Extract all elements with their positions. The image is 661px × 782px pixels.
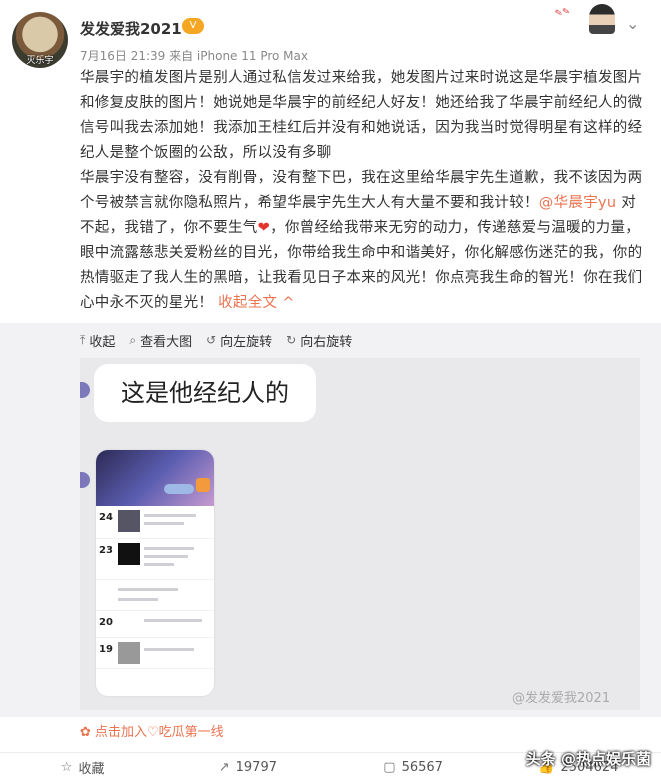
phone-line <box>144 522 184 525</box>
phone-row: 24 <box>96 506 214 539</box>
heart-icon: ❤ <box>257 220 271 236</box>
avatar-tag: 灭乐宇 <box>26 56 54 66</box>
favorite-button[interactable]: ☆ 收藏 <box>0 753 165 782</box>
repost-count: 19797 <box>235 760 277 775</box>
chevron-down-icon[interactable]: ⌄ <box>626 14 639 33</box>
decoration-logo: ✎✎ <box>554 6 571 20</box>
phone-line <box>118 588 178 591</box>
post-paragraph-1: 华晨宇的植发图片是别人通过私信发过来给我，她发图片过来时说这是华晨宇植发图片和修… <box>80 70 643 161</box>
toolbar-label: 向右旋转 <box>300 334 353 350</box>
phone-line <box>144 619 202 622</box>
join-topic-link[interactable]: ✿ 点击加入♡吃瓜第一线 <box>80 721 224 740</box>
phone-date: 24 <box>99 512 113 523</box>
avatar[interactable]: 灭乐宇 <box>12 12 68 68</box>
phone-date: 19 <box>99 644 113 655</box>
repost-button[interactable]: ↗ 19797 <box>165 753 330 782</box>
toolbar-label: 查看大图 <box>140 334 193 350</box>
phone-pill <box>164 484 194 494</box>
vip-badge: V <box>182 18 204 34</box>
collapse-image-button[interactable]: ⤒ 收起 <box>80 328 115 352</box>
post-image[interactable]: 这是他经纪人的 24 23 20 19 <box>80 358 640 710</box>
edge-avatar-dot <box>80 472 90 488</box>
overlay-watermark: 头条 @热点娱乐菌 <box>525 750 651 768</box>
phone-screenshot: 24 23 20 19 <box>96 450 214 696</box>
rotate-right-button[interactable]: ↻ 向右旋转 <box>286 328 352 352</box>
toolbar-label: 向左旋转 <box>220 334 273 350</box>
phone-date: 23 <box>99 545 113 556</box>
mention-link[interactable]: @华晨宇yu <box>539 195 617 211</box>
phone-thumb <box>118 543 140 565</box>
phone-row: 19 <box>96 638 214 669</box>
phone-line <box>144 514 196 517</box>
phone-line <box>144 563 174 566</box>
phone-line <box>144 648 194 651</box>
image-watermark: @发发爱我2021 <box>512 691 611 706</box>
star-icon: ☆ <box>60 760 73 775</box>
phone-line <box>144 555 188 558</box>
comment-icon: ▢ <box>383 760 396 775</box>
post-meta: 7月16日 21:39 来自 iPhone 11 Pro Max <box>80 49 308 63</box>
image-toolbar: ⤒ 收起 ⌕ 查看大图 ↺ 向左旋转 ↻ 向右旋转 <box>80 328 352 352</box>
edge-avatar-dot <box>80 382 90 398</box>
favorite-label: 收藏 <box>78 762 105 777</box>
decoration-card: ✎✎ <box>554 4 619 34</box>
comment-count: 56567 <box>401 760 443 775</box>
rotate-right-icon: ↻ <box>286 333 297 347</box>
phone-date: 20 <box>99 617 113 628</box>
username[interactable]: 发发爱我2021 <box>80 18 182 39</box>
share-icon: ↗ <box>218 760 230 775</box>
phone-thumb <box>118 510 140 532</box>
phone-header <box>96 450 214 506</box>
phone-row <box>96 580 214 611</box>
phone-row: 23 <box>96 539 214 580</box>
phone-thumb <box>118 642 140 664</box>
comment-button[interactable]: ▢ 56567 <box>331 753 496 782</box>
view-large-button[interactable]: ⌕ 查看大图 <box>129 328 192 352</box>
phone-line <box>144 547 194 550</box>
rotate-left-icon: ↺ <box>206 333 217 347</box>
phone-line <box>118 598 158 601</box>
post-text: 华晨宇的植发图片是别人通过私信发过来给我，她发图片过来时说这是华晨宇植发图片和修… <box>80 66 648 316</box>
toolbar-label: 收起 <box>89 334 116 350</box>
phone-orange-icon <box>196 478 210 492</box>
collapse-icon: ⤒ <box>80 332 86 347</box>
chat-bubble: 这是他经纪人的 <box>94 364 316 422</box>
decoration-person-icon <box>589 4 615 34</box>
phone-row: 20 <box>96 611 214 638</box>
rotate-left-button[interactable]: ↺ 向左旋转 <box>206 328 272 352</box>
collapse-text-link[interactable]: 收起全文 ^ <box>218 295 295 311</box>
search-icon: ⌕ <box>129 332 137 347</box>
